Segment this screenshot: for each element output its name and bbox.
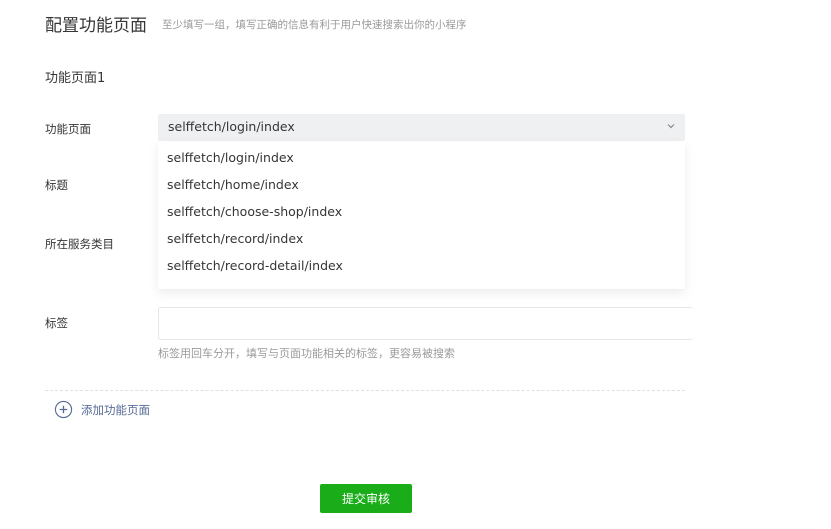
add-page-label: 添加功能页面 (81, 402, 150, 417)
page-title: 配置功能页面 (45, 16, 147, 36)
chevron-down-icon (667, 124, 675, 129)
plus-circle-icon (54, 400, 73, 419)
page-select-value: selffetch/login/index (168, 119, 295, 134)
tag-hint: 标签用回车分开，填写与页面功能相关的标签，更容易被搜索 (158, 347, 455, 360)
title-label: 标题 (45, 178, 68, 192)
dropdown-option[interactable]: selffetch/home/index (158, 174, 685, 201)
dropdown-option[interactable]: selffetch/record-detail/index (158, 255, 685, 282)
dropdown-option[interactable]: selffetch/login/index (158, 147, 685, 174)
dropdown-option[interactable]: selffetch/choose-shop/index (158, 201, 685, 228)
page-subtitle: 至少填写一组，填写正确的信息有利于用户快速搜索出你的小程序 (162, 19, 467, 31)
page-dropdown: selffetch/login/index selffetch/home/ind… (158, 141, 685, 289)
tag-input[interactable] (158, 307, 693, 340)
category-label: 所在服务类目 (45, 237, 114, 251)
add-page-button[interactable]: 添加功能页面 (54, 400, 150, 419)
section-title: 功能页面1 (45, 71, 106, 86)
submit-button[interactable]: 提交审核 (320, 484, 412, 513)
divider (45, 390, 685, 391)
page-select[interactable]: selffetch/login/index (158, 114, 685, 141)
page-label: 功能页面 (45, 122, 91, 136)
dropdown-option[interactable]: selffetch/record/index (158, 228, 685, 255)
tag-label: 标签 (45, 316, 68, 330)
